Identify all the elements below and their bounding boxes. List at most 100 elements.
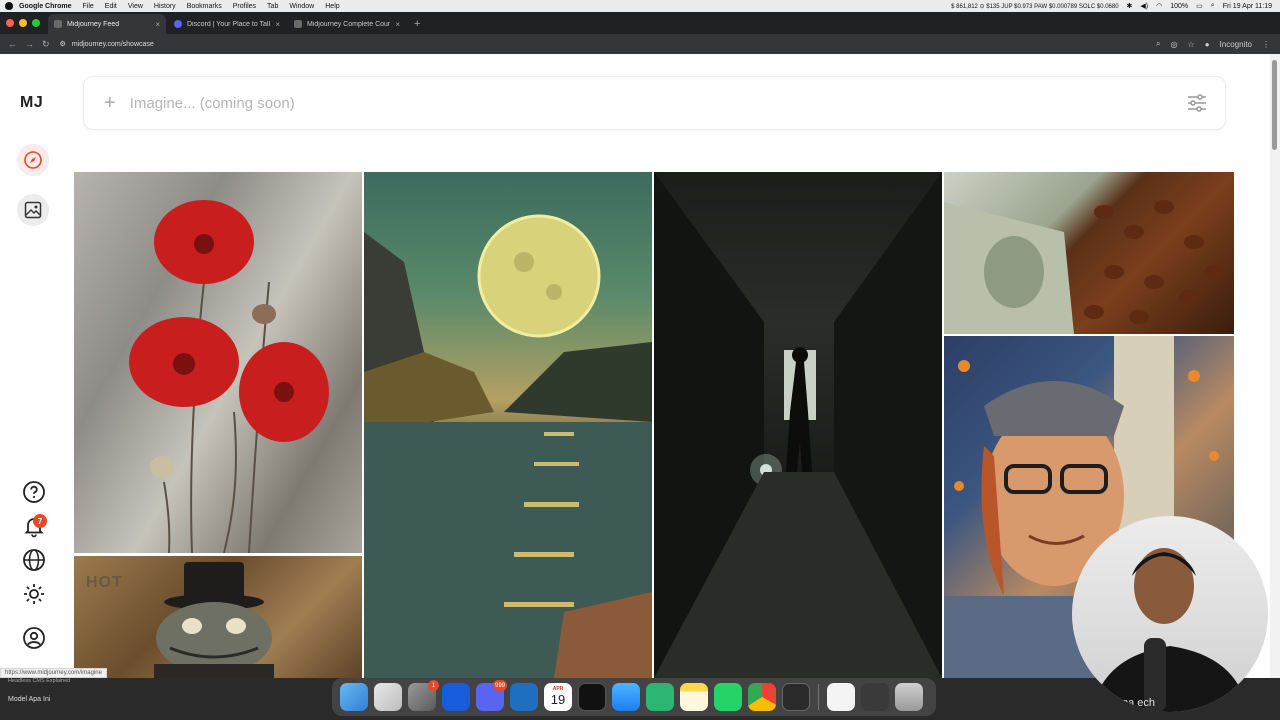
launchpad-icon[interactable] xyxy=(374,683,402,711)
moon-lake-artwork xyxy=(364,214,652,678)
image-icon xyxy=(24,201,42,219)
menu-app-name[interactable]: Google Chrome xyxy=(19,3,72,10)
battery-label[interactable]: 100% xyxy=(1170,3,1188,10)
menu-help[interactable]: Help xyxy=(325,3,339,10)
calendar-day: 19 xyxy=(550,692,566,707)
site-info-icon[interactable]: ⚙ xyxy=(60,40,66,48)
close-tab-icon[interactable]: × xyxy=(275,20,280,29)
tab-midjourney-feed[interactable]: Midjourney Feed × xyxy=(48,14,166,34)
battery-icon[interactable]: ▭ xyxy=(1196,2,1203,10)
screenshot-icon[interactable] xyxy=(861,683,889,711)
imagine-bar[interactable]: + xyxy=(83,76,1226,130)
tab-title: Midjourney Feed xyxy=(67,20,120,28)
scrollbar-thumb[interactable] xyxy=(1272,60,1277,150)
browser-toolbar: ← → ↻ ⚙ midjourney.com/showcase ⌕ ◎ ☆ ● … xyxy=(0,34,1280,54)
webcam-overlay: oa ech xyxy=(1072,516,1268,712)
menu-history[interactable]: History xyxy=(154,3,176,10)
feed-image-poppies[interactable] xyxy=(74,172,362,553)
back-icon[interactable]: ← xyxy=(8,39,17,49)
vscode-icon[interactable] xyxy=(510,683,538,711)
bookmark-star-icon[interactable]: ☆ xyxy=(1188,40,1195,49)
feed-image-dark-corridor[interactable] xyxy=(654,172,942,678)
showcase-image-grid: HOT xyxy=(74,172,1234,678)
tab-midjourney-course[interactable]: Midjourney Complete Course × xyxy=(288,14,406,34)
close-tab-icon[interactable]: × xyxy=(395,20,400,29)
address-bar[interactable]: ⚙ midjourney.com/showcase xyxy=(60,40,1157,49)
menu-tab[interactable]: Tab xyxy=(267,3,278,10)
tab-title: Midjourney Complete Course xyxy=(307,20,391,28)
incognito-icon[interactable]: ● xyxy=(1205,40,1210,49)
menu-bookmarks[interactable]: Bookmarks xyxy=(187,3,222,10)
compass-icon xyxy=(24,151,42,169)
corridor-artwork xyxy=(654,172,942,678)
mj-logo[interactable]: MJ xyxy=(20,94,43,112)
feed-image-moon-lake[interactable] xyxy=(364,172,652,678)
menu-file[interactable]: File xyxy=(83,3,94,10)
bottom-left-sublabel: Headless CMS Explained xyxy=(8,678,71,684)
bitwarden-icon[interactable] xyxy=(442,683,470,711)
eye-slash-icon[interactable]: ◎ xyxy=(1171,40,1178,49)
menu-kebab-icon[interactable]: ⋮ xyxy=(1262,40,1270,49)
settings-sliders-icon[interactable] xyxy=(1187,94,1207,112)
dock-separator xyxy=(818,684,819,710)
search-icon[interactable]: ⌕ xyxy=(1211,2,1215,10)
volume-icon[interactable]: ◀) xyxy=(1140,2,1148,10)
coffee-money-artwork xyxy=(944,200,1224,334)
clock[interactable]: Fri 19 Apr 11:19 xyxy=(1223,3,1272,10)
menu-view[interactable]: View xyxy=(128,3,143,10)
whatsapp-icon[interactable] xyxy=(714,683,742,711)
chrome-icon[interactable] xyxy=(748,683,776,711)
url-text[interactable]: midjourney.com/showcase xyxy=(72,41,154,48)
crypto-ticker[interactable]: $ 861,812 ⊙ $135 JUP $0.973 PAW $0.00078… xyxy=(951,3,1118,10)
toolbar-actions: ⌕ ◎ ☆ ● Incognito ⋮ xyxy=(1156,39,1280,49)
close-tab-icon[interactable]: × xyxy=(155,20,160,29)
finder-icon[interactable] xyxy=(340,683,368,711)
zoom-window-button[interactable] xyxy=(32,19,40,27)
preview-document-icon[interactable] xyxy=(827,683,855,711)
globe-icon[interactable] xyxy=(22,548,46,572)
macos-menubar: Google Chrome File Edit View History Boo… xyxy=(0,0,1280,12)
mail-icon[interactable] xyxy=(612,683,640,711)
profile-icon[interactable] xyxy=(22,626,46,650)
close-window-button[interactable] xyxy=(6,19,14,27)
plus-icon[interactable]: + xyxy=(104,92,116,115)
apple-icon[interactable] xyxy=(5,2,13,10)
globe-favicon-icon xyxy=(294,20,302,28)
system-settings-icon[interactable]: 1 xyxy=(408,680,439,711)
theme-toggle-icon[interactable] xyxy=(22,582,46,606)
menu-edit[interactable]: Edit xyxy=(105,3,117,10)
macos-dock: 1 999 APR 19 xyxy=(332,678,936,716)
midjourney-favicon-icon xyxy=(54,20,62,28)
my-images-button[interactable] xyxy=(17,194,49,226)
browser-tab-strip: Midjourney Feed × Discord | Your Place t… xyxy=(0,12,1280,34)
minimize-window-button[interactable] xyxy=(19,19,27,27)
gitmind-icon[interactable] xyxy=(646,683,674,711)
notification-badge: 7 xyxy=(33,514,47,528)
discord-favicon-icon xyxy=(174,20,182,28)
discord-icon[interactable]: 999 xyxy=(476,680,507,711)
discord-badge: 999 xyxy=(492,680,507,691)
menu-window[interactable]: Window xyxy=(289,3,314,10)
activity-monitor-icon[interactable] xyxy=(782,683,810,711)
forward-icon[interactable]: → xyxy=(25,39,34,49)
new-tab-button[interactable]: + xyxy=(408,18,426,34)
window-controls xyxy=(0,19,48,34)
menu-profiles[interactable]: Profiles xyxy=(233,3,256,10)
imagine-input[interactable] xyxy=(129,94,1030,112)
reload-icon[interactable]: ↻ xyxy=(42,39,50,50)
tab-discord[interactable]: Discord | Your Place to Talk a × xyxy=(168,14,286,34)
page-scrollbar[interactable] xyxy=(1270,54,1280,678)
help-icon[interactable] xyxy=(22,480,46,504)
zoom-icon[interactable]: ⌕ xyxy=(1156,39,1160,49)
bottom-left-label[interactable]: Model Apa Ini xyxy=(8,696,50,703)
calendar-icon[interactable]: APR 19 xyxy=(544,683,572,711)
notes-icon[interactable] xyxy=(680,683,708,711)
wifi-icon[interactable]: ◠ xyxy=(1156,2,1162,10)
terminal-icon[interactable] xyxy=(578,683,606,711)
trash-icon[interactable] xyxy=(895,683,923,711)
explore-button[interactable] xyxy=(17,144,49,176)
feed-image-toad[interactable]: HOT xyxy=(74,556,362,678)
incognito-label[interactable]: Incognito xyxy=(1220,40,1252,49)
feed-image-coffee-money[interactable] xyxy=(944,172,1234,334)
bluetooth-icon[interactable]: ✱ xyxy=(1127,2,1133,10)
